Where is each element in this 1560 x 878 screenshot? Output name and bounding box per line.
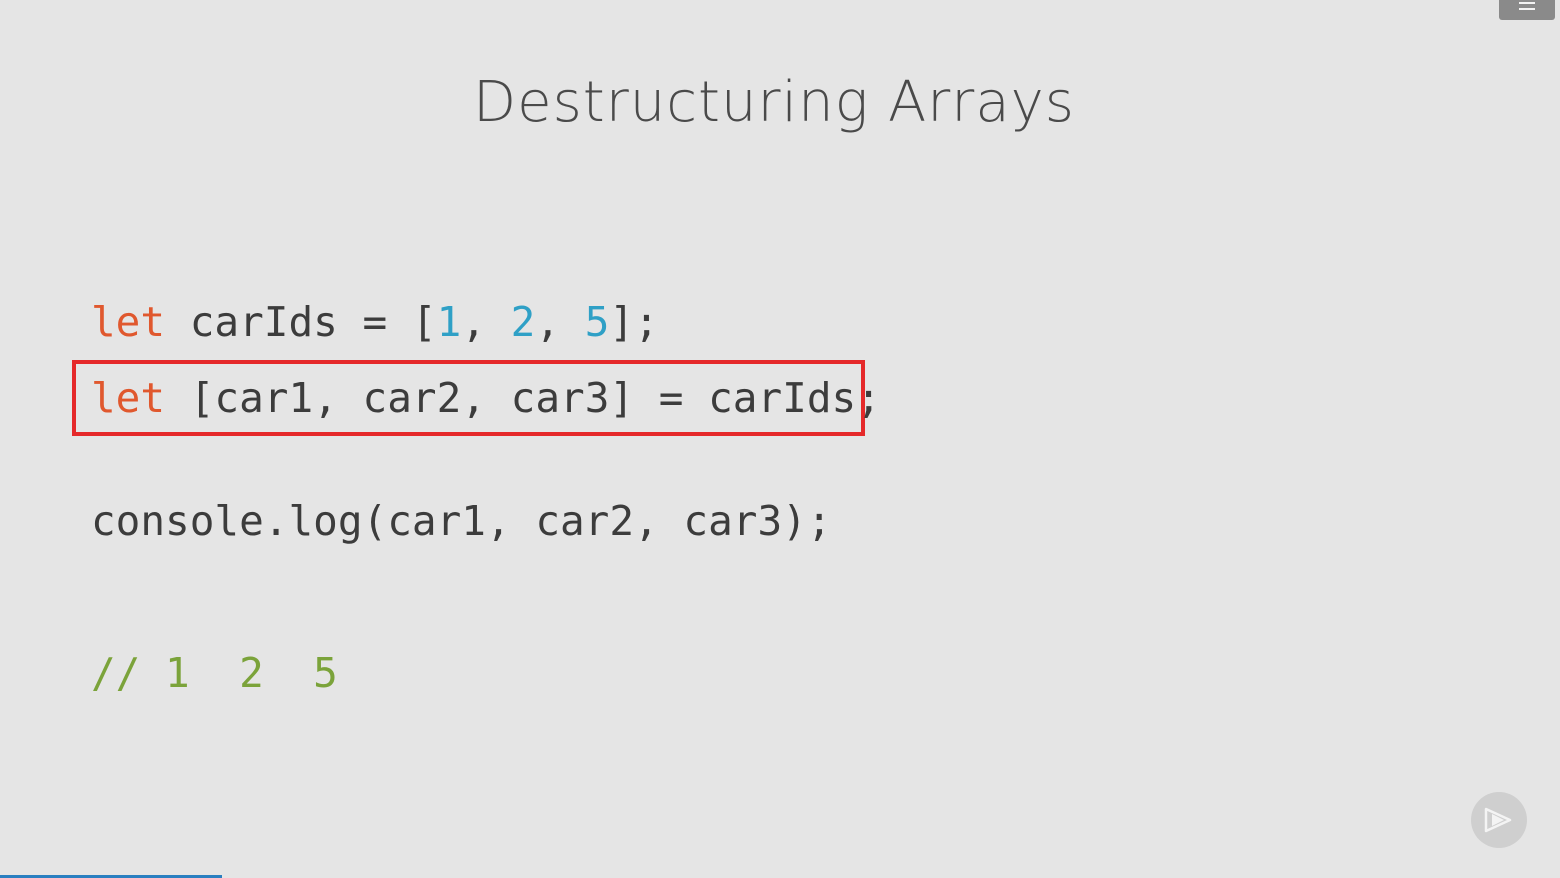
code-text: ]; [609,298,659,346]
code-comment: // 1 2 5 [91,649,338,697]
code-keyword: let [91,374,166,422]
play-logo-icon[interactable] [1471,792,1527,848]
code-text: [car1, car2, car3] = carIds; [165,374,881,422]
code-line-2: let [car1, car2, car3] = carIds; [91,373,881,423]
code-keyword: let [91,298,166,346]
hamburger-icon [1519,2,1535,10]
code-number: 1 [436,298,462,346]
menu-button[interactable] [1499,0,1555,20]
code-line-3: console.log(car1, car2, car3); [91,497,832,545]
code-number: 2 [510,298,536,346]
slide-title: Destructuring Arrays [473,70,1075,135]
code-line-1: let carIds = [1, 2, 5]; [91,297,659,347]
code-number: 5 [584,298,610,346]
code-text: , [461,298,511,346]
code-text: carIds = [ [165,298,437,346]
play-icon [1484,807,1512,833]
code-text: , [535,298,585,346]
